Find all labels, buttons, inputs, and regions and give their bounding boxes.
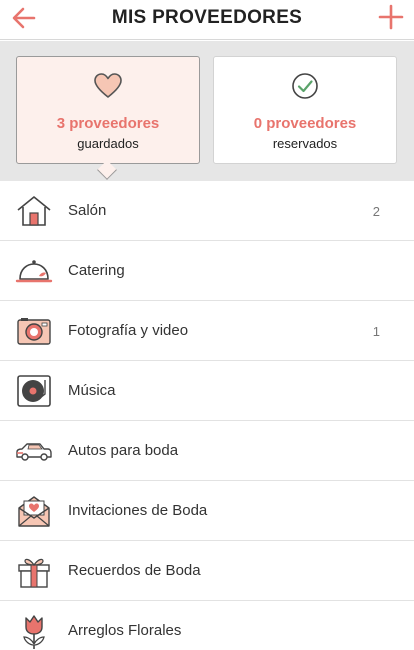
gift-icon <box>18 558 50 588</box>
category-label: Arreglos Florales <box>68 622 182 639</box>
house-icon <box>17 196 51 226</box>
saved-label: guardados <box>77 136 139 151</box>
reserved-vendors-card[interactable]: 0 proveedores reservados <box>213 56 397 164</box>
category-row-souvenirs[interactable]: Recuerdos de Boda <box>0 541 414 601</box>
summary-panel: 3 proveedores guardados 0 proveedores re… <box>0 41 414 181</box>
saved-vendors-card[interactable]: 3 proveedores guardados <box>16 56 200 164</box>
category-row-flowers[interactable]: Arreglos Florales <box>0 601 414 650</box>
category-row-catering[interactable]: Catering <box>0 241 414 301</box>
category-row-music[interactable]: Música <box>0 361 414 421</box>
vendor-category-list: Salón 2 Catering Fotografía y video 1 Mú… <box>0 181 414 650</box>
turntable-icon <box>17 375 51 407</box>
food-cloche-icon <box>15 260 53 283</box>
category-row-salon[interactable]: Salón 2 <box>0 181 414 241</box>
category-label: Música <box>68 382 116 399</box>
category-label: Salón <box>68 202 107 219</box>
reserved-label: reservados <box>272 136 338 151</box>
category-label: Catering <box>68 262 125 279</box>
category-count: 2 <box>372 204 380 219</box>
add-icon[interactable] <box>378 4 404 30</box>
heart-icon <box>94 73 122 98</box>
envelope-heart-icon <box>18 496 50 527</box>
top-bar: MIS PROVEEDORES <box>0 0 414 40</box>
page-title: MIS PROVEEDORES <box>111 7 303 28</box>
reserved-count: 0 proveedores <box>253 115 357 132</box>
tulip-icon <box>23 615 45 649</box>
category-row-photo-video[interactable]: Fotografía y video 1 <box>0 301 414 361</box>
saved-count: 3 proveedores <box>56 115 160 132</box>
category-label: Fotografía y video <box>68 322 189 339</box>
category-row-wedding-cars[interactable]: Autos para boda <box>0 421 414 481</box>
check-circle-icon <box>292 73 318 99</box>
category-label: Invitaciones de Boda <box>68 502 208 519</box>
camera-icon <box>17 318 51 345</box>
car-icon <box>16 443 52 461</box>
category-row-invitations[interactable]: Invitaciones de Boda <box>0 481 414 541</box>
category-label: Recuerdos de Boda <box>68 562 201 579</box>
category-label: Autos para boda <box>68 442 179 459</box>
category-count: 1 <box>372 324 380 339</box>
